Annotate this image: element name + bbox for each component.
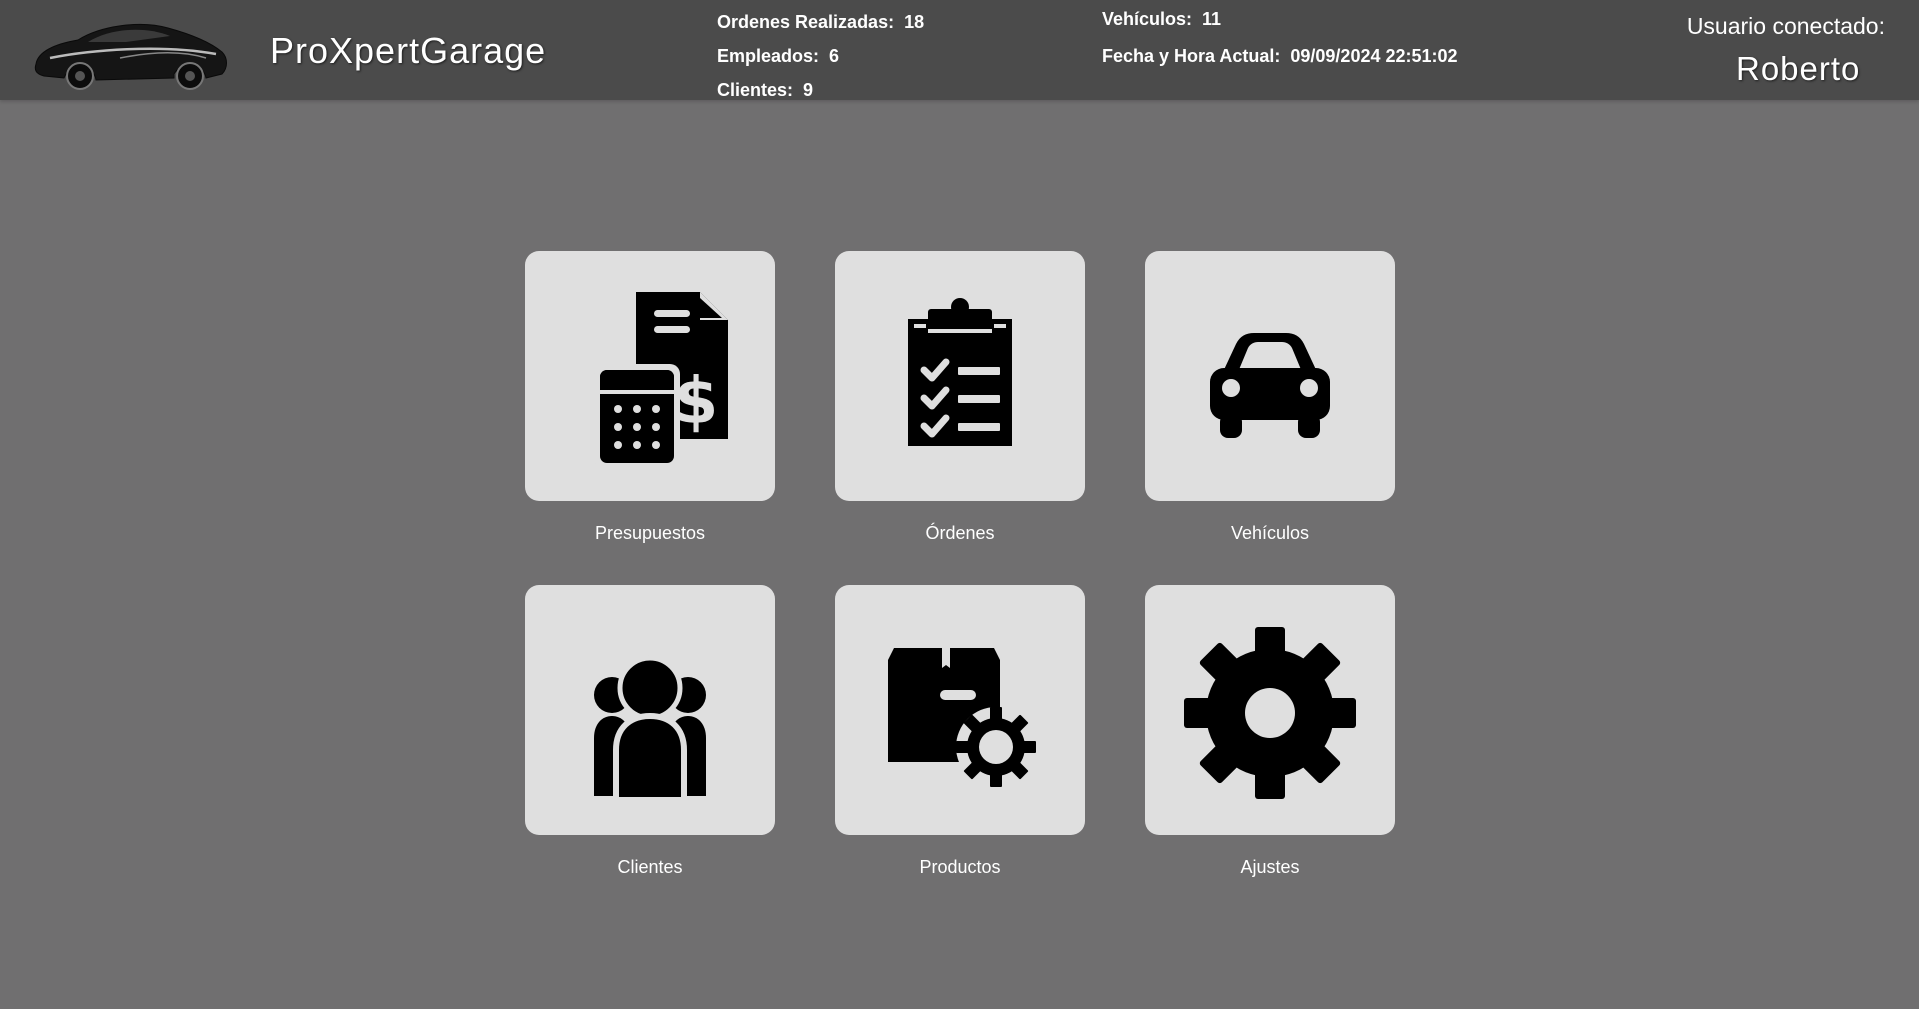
- stat-fecha-value: 09/09/2024 22:51:02: [1290, 46, 1458, 66]
- car-icon: [1210, 333, 1330, 438]
- stat-empleados-label: Empleados:: [717, 46, 820, 66]
- budget-invoice-icon: $: [594, 292, 728, 468]
- stat-ordenes-value: 18: [904, 12, 925, 32]
- stat-clientes-label: Clientes:: [717, 80, 794, 100]
- car-logo-icon: [34, 23, 227, 90]
- top-header: ProXpertGarage Ordenes Realizadas: 18 Emp…: [0, 0, 1919, 100]
- tile-label-ajustes[interactable]: Ajustes: [1145, 857, 1395, 878]
- tile-label-ordenes[interactable]: Órdenes: [835, 523, 1085, 544]
- stat-vehiculos-label: Vehículos:: [1102, 9, 1193, 29]
- tile-productos[interactable]: [835, 585, 1085, 835]
- box-gear-icon: [888, 648, 1036, 787]
- tile-label-presupuestos[interactable]: Presupuestos: [525, 523, 775, 544]
- tile-clientes[interactable]: [525, 585, 775, 835]
- stat-vehiculos: Vehículos: 11: [1102, 9, 1221, 30]
- tile-label-vehiculos[interactable]: Vehículos: [1145, 523, 1395, 544]
- tile-ordenes[interactable]: [835, 251, 1085, 501]
- stat-empleados-value: 6: [829, 46, 840, 66]
- stat-fecha-label: Fecha y Hora Actual:: [1102, 46, 1281, 66]
- tile-presupuestos[interactable]: $: [525, 251, 775, 501]
- tile-label-productos[interactable]: Productos: [835, 857, 1085, 878]
- tile-vehiculos[interactable]: [1145, 251, 1395, 501]
- clipboard-checklist-icon: [908, 298, 1012, 446]
- stat-clientes: Clientes: 9: [717, 80, 813, 101]
- connected-user-label: Usuario conectado:: [1686, 13, 1885, 39]
- stat-clientes-value: 9: [803, 80, 814, 100]
- gear-icon: [1184, 627, 1356, 799]
- stat-fecha-hora: Fecha y Hora Actual: 09/09/2024 22:51:02: [1102, 46, 1458, 67]
- stat-ordenes-label: Ordenes Realizadas:: [717, 12, 895, 32]
- tile-label-clientes[interactable]: Clientes: [525, 857, 775, 878]
- stat-empleados: Empleados: 6: [717, 46, 839, 67]
- stat-ordenes: Ordenes Realizadas: 18: [717, 12, 924, 33]
- svg-text:$: $: [674, 365, 719, 439]
- app-title: ProXpertGarage: [270, 30, 547, 71]
- tile-ajustes[interactable]: [1145, 585, 1395, 835]
- people-group-icon: [594, 655, 706, 803]
- connected-user-name: Roberto: [1736, 50, 1861, 87]
- stat-vehiculos-value: 11: [1202, 9, 1222, 29]
